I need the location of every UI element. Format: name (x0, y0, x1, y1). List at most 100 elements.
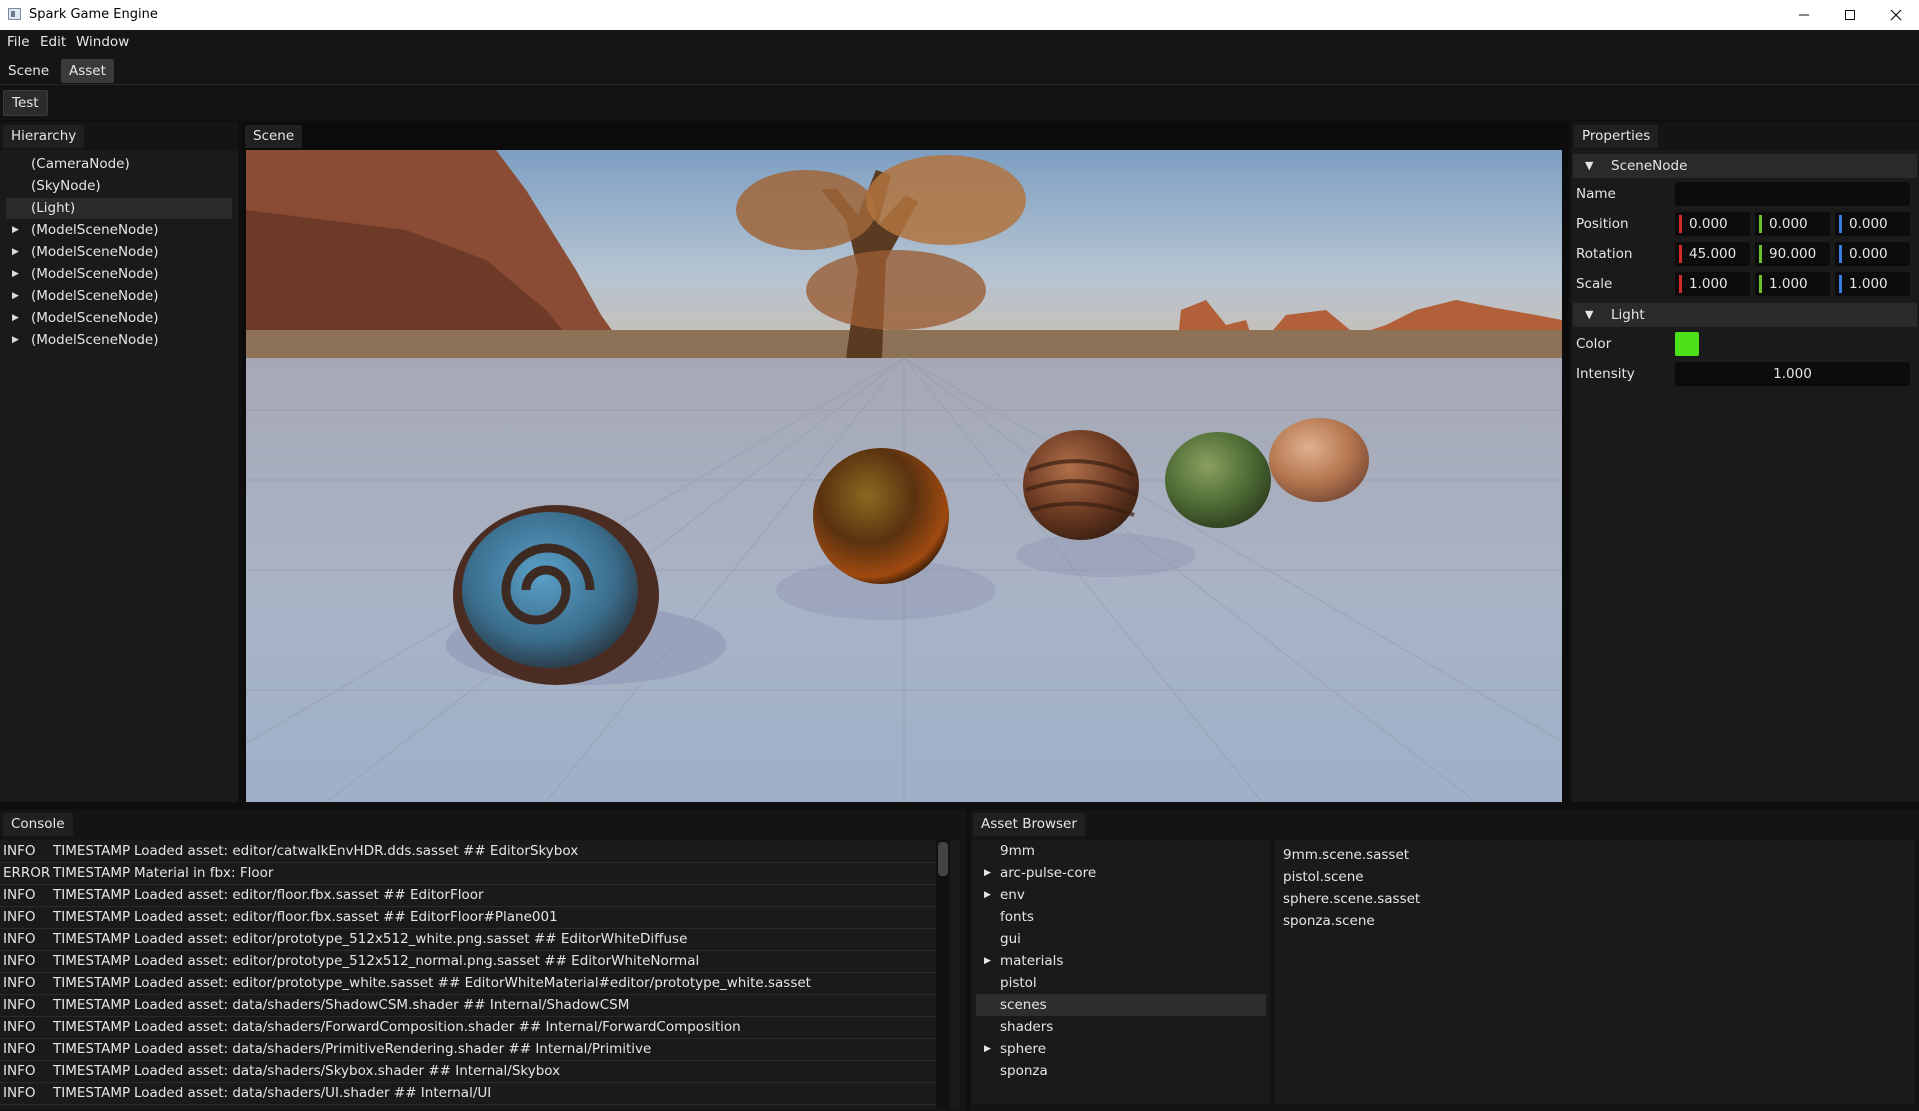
log-row: INFO TIMESTAMP Loaded asset: editor/catwal… (0, 840, 938, 863)
hierarchy-item[interactable]: ▶ (ModelSceneNode) (6, 264, 232, 285)
console-log: INFO TIMESTAMP Loaded asset: editor/catwal… (0, 840, 960, 1109)
hierarchy-item[interactable]: ▶ (ModelSceneNode) (6, 308, 232, 329)
app-icon (8, 8, 21, 20)
rotation-z-field[interactable]: 0.000 (1835, 242, 1910, 266)
log-row: INFO TIMESTAMP Loaded asset: data/shaders/… (0, 1038, 938, 1061)
name-input[interactable] (1675, 182, 1910, 206)
expand-arrow-icon[interactable]: ▶ (12, 308, 19, 329)
hierarchy-item[interactable]: (Light) (6, 198, 232, 219)
log-row: INFO TIMESTAMP Loaded asset: data/shaders/… (0, 994, 938, 1017)
scale-y-field[interactable]: 1.000 (1755, 272, 1830, 296)
folder-item[interactable]: ▶ arc-pulse-core (976, 862, 1266, 884)
expand-arrow-icon[interactable]: ▶ (984, 950, 991, 972)
folder-item[interactable]: ▶ env (976, 884, 1266, 906)
scene-render (246, 150, 1562, 802)
collapse-arrow-icon[interactable]: ▼ (1585, 308, 1593, 321)
folder-item[interactable]: 9mm (976, 840, 1266, 862)
position-z-field[interactable]: 0.000 (1835, 212, 1910, 236)
log-row: INFO TIMESTAMP Loaded asset: editor/protot… (0, 950, 938, 973)
expand-arrow-icon[interactable]: ▶ (12, 286, 19, 307)
file-item[interactable]: sponza.scene (1283, 910, 1375, 932)
folder-item[interactable]: gui (976, 928, 1266, 950)
scale-x-field[interactable]: 1.000 (1675, 272, 1750, 296)
y-axis-marker (1759, 275, 1762, 293)
section-scenenode[interactable]: ▼ SceneNode (1573, 154, 1917, 178)
asset-folder-tree: 9mm ▶ arc-pulse-core ▶ env fonts gui ▶ mate… (972, 840, 1270, 1104)
console-scrollbar[interactable] (936, 840, 950, 1109)
properties-body: ▼ SceneNode Name Position 0.000 0.000 0.… (1571, 150, 1919, 802)
maximize-button[interactable] (1827, 0, 1873, 30)
menu-edit[interactable]: Edit (40, 34, 66, 50)
hierarchy-item[interactable]: ▶ (ModelSceneNode) (6, 220, 232, 241)
y-axis-marker (1759, 215, 1762, 233)
menu-file[interactable]: File (7, 34, 30, 50)
asset-browser-title: Asset Browser (973, 813, 1085, 836)
hierarchy-item[interactable]: ▶ (ModelSceneNode) (6, 286, 232, 307)
expand-arrow-icon[interactable]: ▶ (12, 220, 19, 241)
hierarchy-item[interactable]: ▶ (ModelSceneNode) (6, 242, 232, 263)
minimize-icon (1799, 14, 1809, 16)
asset-browser-panel: Asset Browser 9mm ▶ arc-pulse-core ▶ env f… (970, 810, 1919, 1111)
window-title: Spark Game Engine (29, 7, 158, 22)
z-axis-marker (1839, 215, 1842, 233)
expand-arrow-icon[interactable]: ▶ (12, 242, 19, 263)
maximize-icon (1845, 10, 1855, 20)
position-x-field[interactable]: 0.000 (1675, 212, 1750, 236)
y-axis-marker (1759, 245, 1762, 263)
file-item[interactable]: sphere.scene.sasset (1283, 888, 1420, 910)
intensity-label: Intensity (1576, 366, 1635, 382)
file-item[interactable]: pistol.scene (1283, 866, 1364, 888)
folder-item[interactable]: scenes (976, 994, 1266, 1016)
expand-arrow-icon[interactable]: ▶ (984, 884, 991, 906)
light-color-swatch[interactable] (1675, 332, 1699, 356)
tab-scene[interactable]: Scene (0, 59, 57, 83)
scene-title: Scene (245, 125, 303, 148)
rotation-y-field[interactable]: 90.000 (1755, 242, 1830, 266)
console-panel: Console INFO TIMESTAMP Loaded asset: edito… (0, 810, 966, 1111)
name-label: Name (1576, 186, 1616, 202)
color-label: Color (1576, 336, 1612, 352)
folder-item[interactable]: shaders (976, 1016, 1266, 1038)
folder-item[interactable]: ▶ materials (976, 950, 1266, 972)
folder-item[interactable]: sponza (976, 1060, 1266, 1082)
file-item[interactable]: 9mm.scene.sasset (1283, 844, 1409, 866)
log-row: INFO TIMESTAMP Loaded asset: data/shaders/… (0, 1082, 938, 1105)
hierarchy-item[interactable]: (CameraNode) (6, 154, 232, 175)
section-light[interactable]: ▼ Light (1573, 303, 1917, 327)
hierarchy-item[interactable]: ▶ (ModelSceneNode) (6, 330, 232, 351)
z-axis-marker (1839, 245, 1842, 263)
hierarchy-tree: (CameraNode) (SkyNode) (Light) ▶ (ModelSc… (0, 150, 238, 802)
expand-arrow-icon[interactable]: ▶ (984, 862, 991, 884)
folder-item[interactable]: pistol (976, 972, 1266, 994)
scene-panel: Scene (242, 122, 1568, 802)
expand-arrow-icon[interactable]: ▶ (12, 330, 19, 351)
position-y-field[interactable]: 0.000 (1755, 212, 1830, 236)
expand-arrow-icon[interactable]: ▶ (984, 1038, 991, 1060)
folder-item[interactable]: fonts (976, 906, 1266, 928)
workspace-tabs: Scene Asset (0, 54, 1919, 84)
test-button[interactable]: Test (3, 90, 48, 116)
properties-panel: Properties ▼ SceneNode Name Position 0.0… (1571, 122, 1919, 802)
tab-asset[interactable]: Asset (61, 59, 114, 83)
folder-item[interactable]: ▶ sphere (976, 1038, 1266, 1060)
scale-label: Scale (1576, 276, 1613, 292)
asset-file-list: 9mm.scene.sasset pistol.scene sphere.sce… (1275, 840, 1915, 1104)
console-scroll-thumb[interactable] (938, 842, 948, 876)
z-axis-marker (1839, 275, 1842, 293)
collapse-arrow-icon[interactable]: ▼ (1585, 159, 1593, 172)
rotation-x-field[interactable]: 45.000 (1675, 242, 1750, 266)
hierarchy-panel: Hierarchy (CameraNode) (SkyNode) (Light)… (0, 122, 238, 802)
expand-arrow-icon[interactable]: ▶ (12, 264, 19, 285)
log-row: INFO TIMESTAMP Loaded asset: data/shaders/… (0, 1016, 938, 1039)
intensity-input[interactable]: 1.000 (1675, 362, 1910, 386)
menu-window[interactable]: Window (76, 34, 129, 50)
close-button[interactable] (1873, 0, 1919, 30)
scale-z-field[interactable]: 1.000 (1835, 272, 1910, 296)
x-axis-marker (1679, 275, 1682, 293)
x-axis-marker (1679, 245, 1682, 263)
scene-viewport[interactable] (246, 150, 1562, 802)
minimize-button[interactable] (1781, 0, 1827, 30)
hierarchy-item[interactable]: (SkyNode) (6, 176, 232, 197)
close-icon (1890, 9, 1902, 21)
log-row: INFO TIMESTAMP Loaded asset: editor/floor.… (0, 906, 938, 929)
